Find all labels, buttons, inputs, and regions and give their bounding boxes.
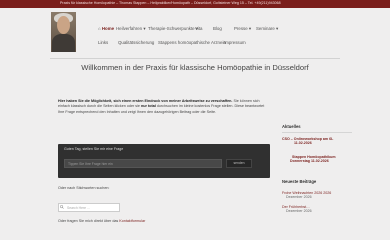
nav-seminare[interactable]: Seminare ▾: [256, 26, 278, 32]
sidebar-item-2[interactable]: Stappen Homöopathikum Donnerstag 11.02.2…: [282, 155, 352, 163]
sidebar-post-1[interactable]: Frohe Weihnachten 2026 2026 Dezember 202…: [282, 191, 352, 199]
nav-impressum[interactable]: Impressum: [224, 40, 246, 45]
ask-question-box: Guten Tag, stellen Sie mir eine Frage Ti…: [58, 144, 270, 178]
search-icon: [60, 205, 64, 209]
divider: [50, 58, 340, 59]
sidebar-aktuelles-heading: Aktuelles: [282, 124, 301, 129]
nav-links[interactable]: Links: [98, 40, 108, 45]
contact-form-link[interactable]: Kontaktformular: [119, 219, 145, 223]
contact-form-text: Oder fragen Sie mich direkt über das Kon…: [58, 219, 146, 223]
contact-info: Praxis für klassische Homöopathie – Thom…: [60, 1, 281, 5]
nav-vita[interactable]: Vita: [195, 26, 203, 31]
question-input[interactable]: Tippen Sie Ihre Frage hier ein: [64, 159, 222, 168]
sidebar-post-2[interactable]: Der Frühherbst… Dezember 2026: [282, 205, 352, 213]
nav-blog[interactable]: Blog: [213, 26, 222, 31]
practitioner-photo[interactable]: [51, 12, 76, 52]
search-placeholder: Search Here ...: [67, 206, 90, 210]
sidebar-neueste-heading: Neueste Beiträge: [282, 179, 317, 184]
ask-label: Guten Tag, stellen Sie mir eine Frage: [64, 147, 124, 151]
nav-presse[interactable]: Presse ▾: [234, 26, 251, 32]
search-label: Oder nach Stichworten suchen:: [58, 186, 110, 190]
sidebar-divider: [282, 132, 352, 133]
top-info-bar: Praxis für klassische Homöopathie – Thom…: [0, 0, 390, 8]
search-input[interactable]: Search Here ...: [58, 203, 120, 212]
send-button[interactable]: senden: [226, 159, 252, 168]
intro-text: Hier haben Sie die Möglichkeit, sich ein…: [58, 99, 265, 114]
page-title: Willkommen in der Praxis für klassische …: [81, 63, 309, 72]
nav-qualitaet[interactable]: Qualitätssicherung: [118, 40, 154, 45]
nav-home[interactable]: ⌂ Home: [98, 26, 114, 31]
nav-therapie[interactable]: Therapie-Schwerpunkte ▾: [148, 26, 198, 32]
sidebar-item-1[interactable]: CSO – Onlineworkshop am 6L 11.02.2026: [282, 137, 352, 145]
nav-stappen[interactable]: Stappens homöopathische Arznein: [158, 40, 226, 45]
nav-heilverfahren[interactable]: Heilverfahren ▾: [116, 26, 146, 32]
